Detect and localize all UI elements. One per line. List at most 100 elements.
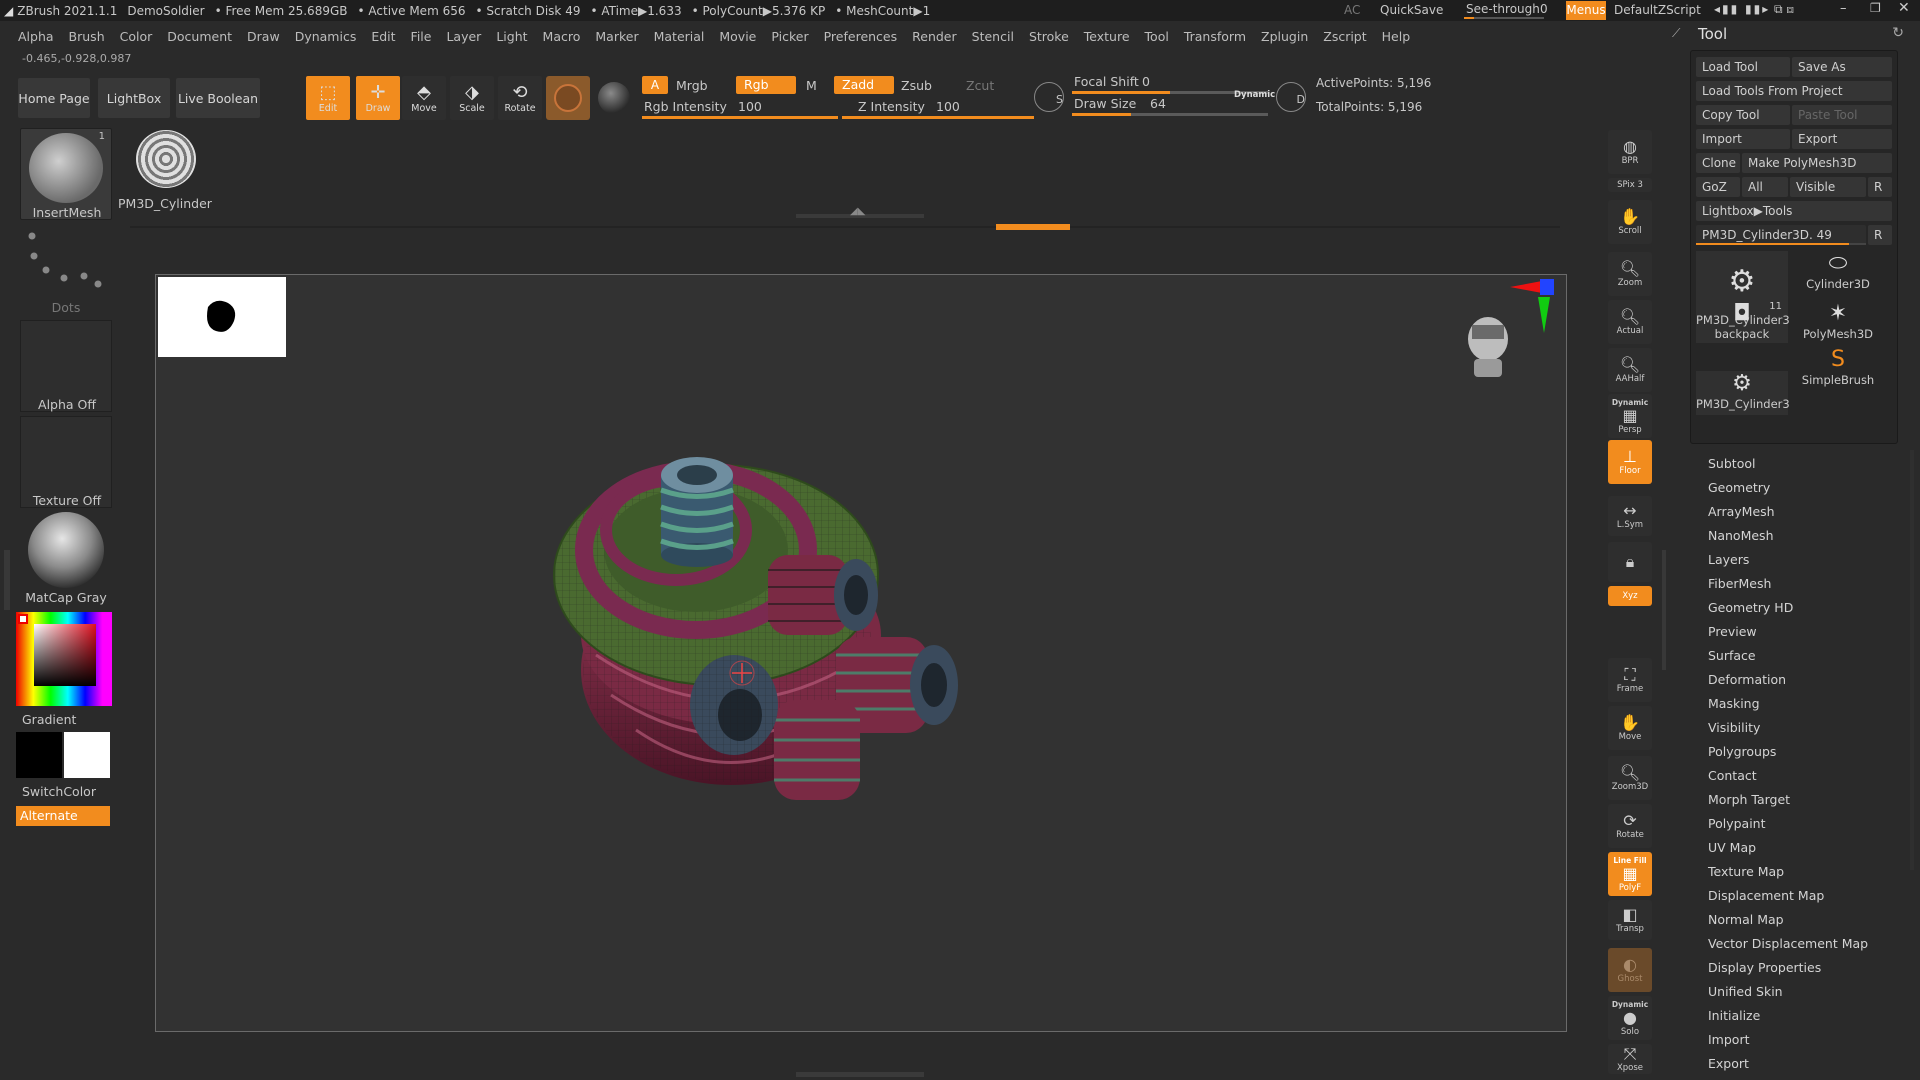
menu-edit[interactable]: Edit xyxy=(371,29,395,44)
rgb-intensity-slider[interactable]: Rgb Intensity 100 xyxy=(642,98,842,120)
move-mode-button[interactable]: ⬘ Move xyxy=(402,76,446,120)
pin-icon[interactable]: ⟋ xyxy=(1672,26,1680,41)
edit-mode-button[interactable]: ⬚ Edit xyxy=(306,76,350,120)
stroke-dots-thumb[interactable]: Dots xyxy=(20,228,112,316)
shelf-xpose-button[interactable]: ⤧ Xpose xyxy=(1608,1044,1652,1074)
menu-document[interactable]: Document xyxy=(167,29,232,44)
shelf-zoom-button[interactable]: 🔍︎ Zoom xyxy=(1608,252,1652,296)
layout-arrows-icon[interactable]: ◂▮▮ ▮▮▸ xyxy=(1714,2,1770,16)
tool-menu-uv-map[interactable]: UV Map xyxy=(1708,836,1908,860)
gradient-label[interactable]: Gradient xyxy=(22,712,76,727)
minimize-icon[interactable]: – xyxy=(1840,1,1847,16)
tool-panel-scrollbar[interactable] xyxy=(1910,450,1914,870)
current-tool-r-button[interactable]: R xyxy=(1868,225,1892,245)
home-page-button[interactable]: Home Page xyxy=(18,78,90,118)
goz-r-button[interactable]: R xyxy=(1868,177,1892,197)
material-sphere-icon[interactable] xyxy=(598,82,630,114)
shelf-transp-button[interactable]: ◧ Transp xyxy=(1608,900,1652,940)
shelf-xyz-button[interactable]: Xyz xyxy=(1608,586,1652,606)
matcap-thumb[interactable]: MatCap Gray xyxy=(20,512,112,605)
menu-preferences[interactable]: Preferences xyxy=(824,29,898,44)
save-as-button[interactable]: Save As xyxy=(1792,57,1892,77)
tool-thumb-pm3d-cylinder3[interactable]: ⚙ PM3D_Cylinder3 xyxy=(1696,371,1790,415)
tool-menu-displacement-map[interactable]: Displacement Map xyxy=(1708,884,1908,908)
texture-thumb[interactable]: Texture Off xyxy=(20,416,112,508)
load-tool-button[interactable]: Load Tool xyxy=(1696,57,1790,77)
alternate-toggle[interactable]: Alternate xyxy=(16,806,110,826)
goz-visible-button[interactable]: Visible xyxy=(1790,177,1866,197)
menu-stencil[interactable]: Stencil xyxy=(972,29,1014,44)
refresh-icon[interactable]: ↻ xyxy=(1892,25,1904,41)
focal-s-button[interactable]: S xyxy=(1034,82,1064,112)
menu-brush[interactable]: Brush xyxy=(69,29,105,44)
tool-menu-arraymesh[interactable]: ArrayMesh xyxy=(1708,500,1908,524)
menu-zscript[interactable]: Zscript xyxy=(1323,29,1366,44)
make-polymesh-button[interactable]: Make PolyMesh3D xyxy=(1742,153,1892,173)
color-picker[interactable] xyxy=(16,612,112,706)
brush-thumbnail[interactable] xyxy=(546,76,590,120)
shelf-actual-button[interactable]: 🔍︎ Actual xyxy=(1608,300,1652,344)
menu-picker[interactable]: Picker xyxy=(771,29,808,44)
rotate-mode-button[interactable]: ⟲ Rotate xyxy=(498,76,542,120)
shelf-move-button[interactable]: ✋ Move xyxy=(1608,706,1652,750)
shelf-rotate-button[interactable]: ⟳ Rotate xyxy=(1608,804,1652,848)
load-from-project-button[interactable]: Load Tools From Project xyxy=(1696,81,1892,101)
shelf-bpr-button[interactable]: ◍ BPR xyxy=(1608,130,1652,174)
color-square[interactable] xyxy=(34,624,96,686)
tool-menu-masking[interactable]: Masking xyxy=(1708,692,1908,716)
menu-draw[interactable]: Draw xyxy=(247,29,280,44)
menu-transform[interactable]: Transform xyxy=(1184,29,1246,44)
draw-mode-button[interactable]: ✛ Draw xyxy=(356,76,400,120)
shelf-persp-button[interactable]: Dynamic ▦ Persp xyxy=(1608,394,1652,438)
left-panel-scroll-handle[interactable] xyxy=(4,550,10,610)
lightbox-tools-button[interactable]: Lightbox▶Tools xyxy=(1696,201,1892,221)
clone-button[interactable]: Clone xyxy=(1696,153,1740,173)
menu-stroke[interactable]: Stroke xyxy=(1029,29,1069,44)
tool-menu-texture-map[interactable]: Texture Map xyxy=(1708,860,1908,884)
canvas-viewport[interactable] xyxy=(155,274,1567,1032)
menu-tool[interactable]: Tool xyxy=(1145,29,1169,44)
menu-dynamics[interactable]: Dynamics xyxy=(295,29,357,44)
tool-menu-layers[interactable]: Layers xyxy=(1708,548,1908,572)
ac-label[interactable]: AC xyxy=(1344,3,1360,17)
tool-menu-subtool[interactable]: Subtool xyxy=(1708,452,1908,476)
tool-menu-vector-displacement-map[interactable]: Vector Displacement Map xyxy=(1708,932,1908,956)
tool-menu-morph-target[interactable]: Morph Target xyxy=(1708,788,1908,812)
z-intensity-slider[interactable]: Z Intensity 100 xyxy=(842,98,1038,120)
zadd-toggle[interactable]: Zadd xyxy=(834,76,894,94)
menu-material[interactable]: Material xyxy=(654,29,705,44)
tool-menu-contact[interactable]: Contact xyxy=(1708,764,1908,788)
close-icon[interactable]: ✕ xyxy=(1898,0,1910,16)
collapse-arrows-icon[interactable]: ◢◣ xyxy=(850,206,865,217)
shelf-aahalf-button[interactable]: 🔍︎ AAHalf xyxy=(1608,348,1652,392)
shelf-scroll-button[interactable]: ✋ Scroll xyxy=(1608,200,1652,244)
maximize-icon[interactable]: ❐ xyxy=(1870,1,1881,15)
lightbox-button[interactable]: LightBox xyxy=(98,78,170,118)
tool-thumb-cylinder3d[interactable]: ⬭ Cylinder3D xyxy=(1792,251,1884,299)
menu-light[interactable]: Light xyxy=(496,29,527,44)
shelf-frame-button[interactable]: ⛶ Frame xyxy=(1608,658,1652,702)
menu-texture[interactable]: Texture xyxy=(1084,29,1130,44)
tool-menu-export[interactable]: Export xyxy=(1708,1052,1908,1076)
right-strip-scroll-handle[interactable] xyxy=(1662,550,1666,670)
mrgb-toggle[interactable]: Mrgb xyxy=(676,78,708,93)
draw-size-slider[interactable]: Draw Size 64 Dynamic xyxy=(1072,90,1275,118)
alpha-thumb[interactable]: Alpha Off xyxy=(20,320,112,412)
shelf-solo-button[interactable]: Dynamic ● Solo xyxy=(1608,996,1652,1040)
menu-macro[interactable]: Macro xyxy=(543,29,581,44)
pm3d-cylinder-thumb[interactable]: PM3D_Cylinder xyxy=(118,128,212,220)
shelf-zoom3d-button[interactable]: 🔍︎ Zoom3D xyxy=(1608,756,1652,800)
goz-all-button[interactable]: All xyxy=(1742,177,1788,197)
tool-panel-header[interactable]: ⟋ Tool ↻ xyxy=(1668,24,1918,48)
tool-thumb-polymesh3d[interactable]: ✶ PolyMesh3D xyxy=(1792,301,1884,349)
tool-menu-polygroups[interactable]: Polygroups xyxy=(1708,740,1908,764)
tool-menu-initialize[interactable]: Initialize xyxy=(1708,1004,1908,1028)
shelf-lock-button[interactable]: 🔒︎ xyxy=(1608,542,1652,582)
menu-zplugin[interactable]: Zplugin xyxy=(1261,29,1308,44)
tool-menu-visibility[interactable]: Visibility xyxy=(1708,716,1908,740)
switchcolor-button[interactable]: SwitchColor xyxy=(22,784,96,799)
copy-tool-button[interactable]: Copy Tool xyxy=(1696,105,1790,125)
tool-thumb-simplebrush[interactable]: S SimpleBrush xyxy=(1792,347,1884,395)
tool-menu-fibermesh[interactable]: FiberMesh xyxy=(1708,572,1908,596)
m-toggle[interactable]: M xyxy=(806,78,817,93)
